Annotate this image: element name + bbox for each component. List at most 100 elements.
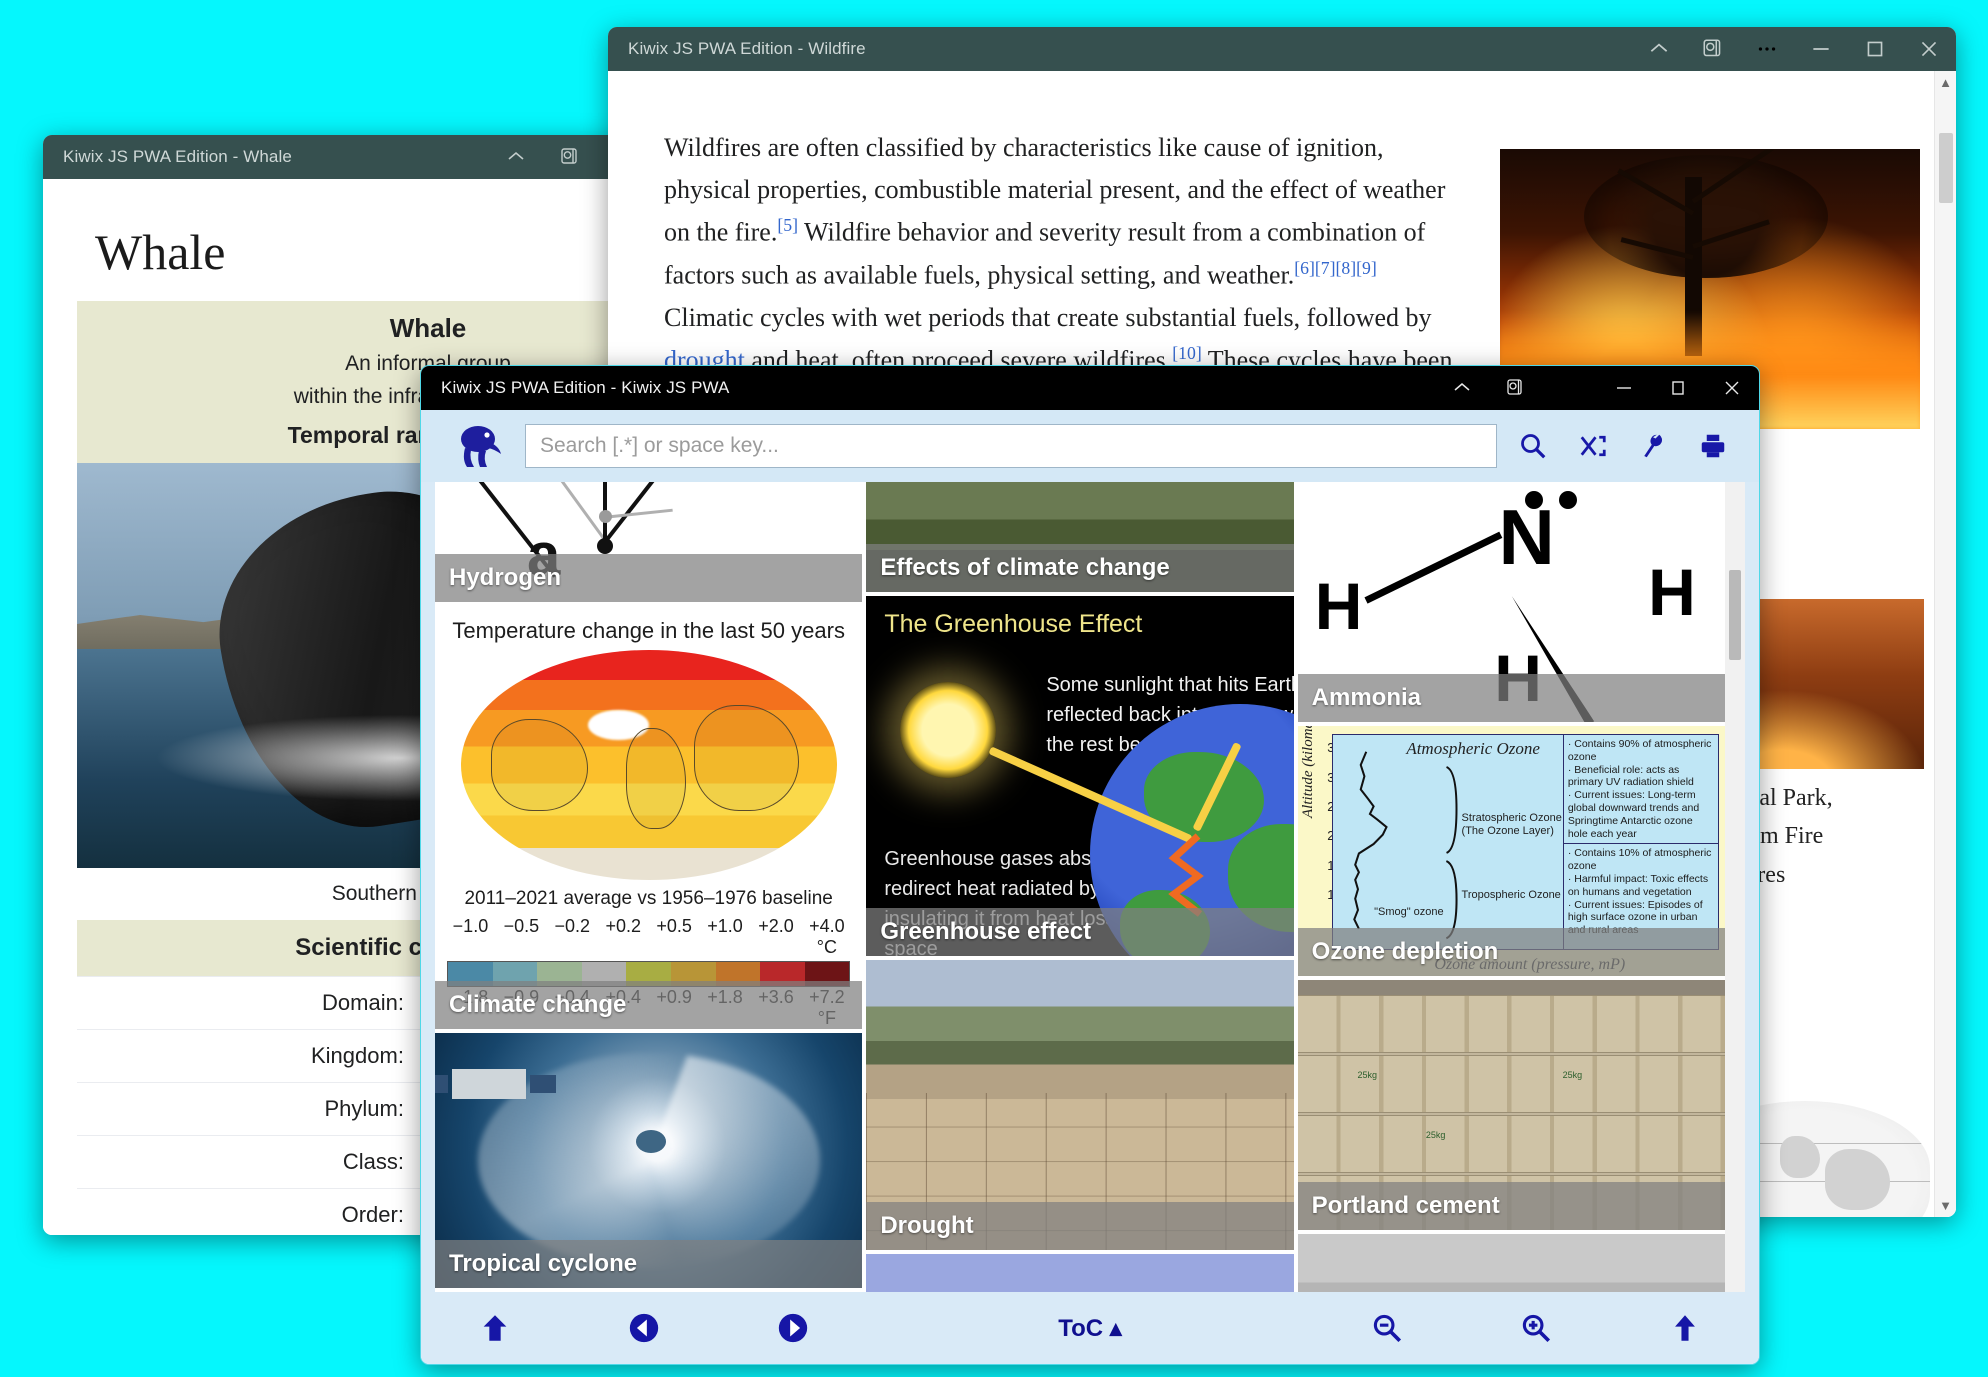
hydrogen-atom-label: H (1314, 569, 1363, 644)
chevron-up-icon[interactable] (1435, 366, 1489, 410)
minimize-icon[interactable] (1794, 27, 1848, 71)
scroll-to-top-icon[interactable] (1668, 1311, 1702, 1345)
window-kiwix-pwa[interactable]: Kiwix JS PWA Edition - Kiwix JS PWA Sear… (420, 365, 1760, 1365)
pwa-article-viewport: a Hydrogen Temperature change in the las… (435, 482, 1745, 1292)
vertical-scrollbar[interactable]: ▲ ▼ (1934, 71, 1956, 1217)
titlebar-wildfire[interactable]: Kiwix JS PWA Edition - Wildfire (608, 27, 1956, 71)
close-icon[interactable] (1902, 27, 1956, 71)
tick-label: −0.2 (554, 916, 591, 936)
tile-label: Ozone depletion (1297, 928, 1725, 976)
tile-grid: a Hydrogen Temperature change in the las… (435, 482, 1725, 1292)
chart-plot-area: Atmospheric Ozone Stratospheric Ozone (Th… (1332, 735, 1564, 949)
note-stratospheric: · Contains 90% of atmospheric ozone · Ben… (1567, 738, 1712, 840)
more-options-icon[interactable] (1740, 27, 1794, 71)
tile-column-3: N H H H Ammonia Altit (1297, 482, 1725, 1292)
tile-label: Hydrogen (435, 554, 863, 602)
search-in-page-icon[interactable] (1489, 366, 1543, 410)
zoom-in-icon[interactable] (1519, 1311, 1553, 1345)
annotation-tropospheric: Tropospheric Ozone (1461, 889, 1561, 902)
titlebar-buttons-pwa (1435, 366, 1759, 410)
list-item[interactable]: Altitude (kilometers) 35 30 25 20 15 10 … (1297, 726, 1725, 976)
tile-label: Greenhouse effect (866, 908, 1294, 956)
tick-label: −1.0 (452, 916, 489, 936)
titlebar-pwa[interactable]: Kiwix JS PWA Edition - Kiwix JS PWA (421, 366, 1759, 410)
pwa-body: a Hydrogen Temperature change in the las… (421, 410, 1759, 1364)
sun-icon (900, 682, 997, 778)
tile-label: Climate change (435, 981, 863, 1029)
rank-label: Kingdom: (77, 1028, 414, 1083)
reference-marker[interactable]: [8] (1336, 258, 1357, 278)
maximize-icon[interactable] (1651, 366, 1705, 410)
scrollbar-thumb[interactable] (1939, 133, 1953, 203)
list-item[interactable]: Drought (866, 960, 1294, 1250)
tick-label: +0.5 (656, 916, 692, 936)
brace-stratospheric (1446, 766, 1458, 854)
tile-column-1: a Hydrogen Temperature change in the las… (435, 482, 863, 1292)
figure-title: Temperature change in the last 50 years (452, 618, 845, 643)
reference-marker[interactable]: [5] (777, 215, 798, 235)
rank-label: Phylum: (77, 1081, 414, 1136)
chart-side-notes: · Contains 90% of atmospheric ozone · Ben… (1563, 735, 1718, 949)
bottom-zoom-group (1313, 1292, 1759, 1364)
rank-label: Order: (77, 1187, 414, 1235)
random-article-icon[interactable] (1563, 420, 1623, 472)
close-icon[interactable] (1705, 366, 1759, 410)
search-icon[interactable] (1503, 420, 1563, 472)
list-item[interactable]: 25kg 25kg 25kg Portland cement (1297, 980, 1725, 1230)
kiwix-logo-icon[interactable] (451, 422, 511, 470)
reference-marker[interactable]: [9] (1356, 258, 1377, 278)
diagram-title: The Greenhouse Effect (884, 610, 1143, 638)
tile-column-2: Effects of climate change The Greenhouse… (866, 482, 1294, 1292)
bond-dashed (1511, 582, 1519, 585)
tick-label: +2.0 (758, 916, 794, 936)
scrollbar-thumb[interactable] (1729, 570, 1741, 660)
list-item[interactable]: a Hydrogen (435, 482, 863, 602)
pwa-bottom-toolbar: ToC ▴ (421, 1292, 1759, 1364)
list-item[interactable]: Effects of climate change (866, 482, 1294, 592)
list-item[interactable] (866, 1254, 1294, 1292)
pwa-toolbar (421, 410, 1759, 482)
minimize-icon[interactable] (1597, 366, 1651, 410)
reference-marker[interactable]: [10] (1172, 343, 1201, 363)
chevron-up-icon[interactable] (1632, 27, 1686, 71)
search-field-wrapper (525, 424, 1497, 468)
search-in-page-icon[interactable] (1686, 27, 1740, 71)
bottom-toc-group: ToC ▴ (867, 1292, 1313, 1364)
zoom-out-icon[interactable] (1370, 1311, 1404, 1345)
configure-icon[interactable] (1623, 420, 1683, 472)
pwa-tool-icons (1503, 420, 1743, 472)
bottom-nav-group (421, 1292, 867, 1364)
list-item[interactable]: N H H H Ammonia (1297, 482, 1725, 722)
tile-label: Ammonia (1297, 674, 1725, 722)
forward-icon[interactable] (776, 1311, 810, 1345)
list-item[interactable]: The Greenhouse Effect Some sunlight that… (866, 596, 1294, 956)
titlebar-buttons-wildfire (1632, 27, 1956, 71)
pwa-vertical-scrollbar[interactable] (1725, 482, 1745, 1292)
temperature-map (460, 650, 837, 880)
tick-label: +4.0 °C (809, 916, 845, 957)
tick-label: +0.2 (605, 916, 641, 936)
rank-label: Domain: (77, 975, 414, 1030)
window-title-whale: Kiwix JS PWA Edition - Whale (63, 147, 292, 166)
list-item[interactable] (1297, 1234, 1725, 1292)
chevron-up-icon[interactable] (489, 135, 543, 179)
scroll-up-arrow[interactable]: ▲ (1935, 71, 1956, 94)
home-icon[interactable] (478, 1311, 512, 1345)
maximize-icon[interactable] (1848, 27, 1902, 71)
print-icon[interactable] (1683, 420, 1743, 472)
scroll-down-arrow[interactable]: ▼ (1935, 1194, 1956, 1217)
bond-line (1364, 531, 1503, 604)
chart-frame: Atmospheric Ozone Stratospheric Ozone (Th… (1331, 734, 1719, 950)
reference-marker[interactable]: [6] (1294, 258, 1315, 278)
greenhouse-effect-diagram: The Greenhouse Effect Some sunlight that… (866, 596, 1294, 956)
back-icon[interactable] (627, 1311, 661, 1345)
list-item[interactable]: Tropical cyclone (435, 1033, 863, 1288)
toc-button[interactable]: ToC ▴ (1058, 1314, 1122, 1343)
more-options-icon[interactable] (1543, 366, 1597, 410)
search-in-page-icon[interactable] (543, 135, 597, 179)
search-input[interactable] (525, 424, 1497, 468)
window-title-wildfire: Kiwix JS PWA Edition - Wildfire (628, 39, 866, 58)
reference-marker[interactable]: [7] (1315, 258, 1336, 278)
annotation-stratospheric: Stratospheric Ozone (The Ozone Layer) (1461, 812, 1562, 838)
list-item[interactable]: Temperature change in the last 50 years … (435, 606, 863, 1029)
